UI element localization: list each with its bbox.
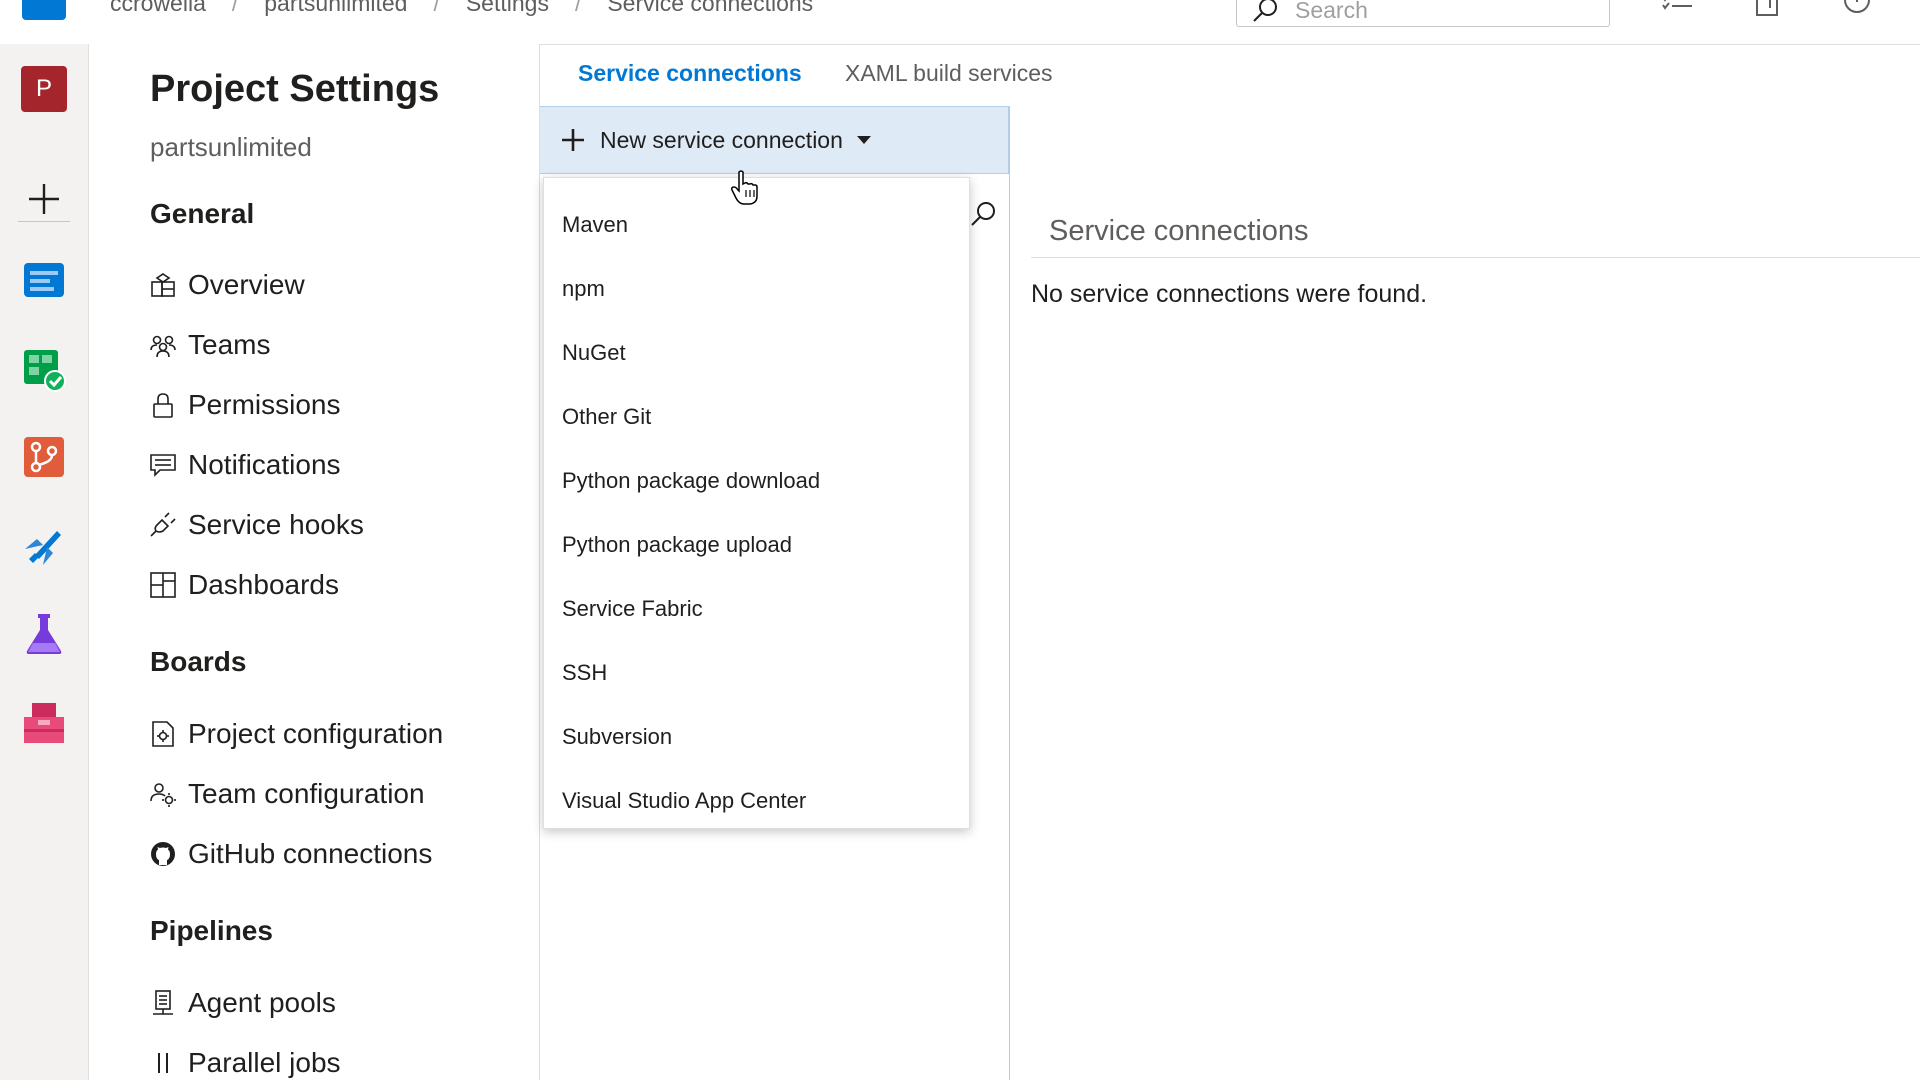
nav-item-label: Permissions [188, 389, 341, 420]
filter-search-icon[interactable] [968, 200, 998, 230]
breadcrumb-current-page[interactable]: Service connections [607, 0, 813, 17]
nav-item-github-connections[interactable]: GitHub connections [150, 834, 432, 874]
nav-item-label: Teams [188, 329, 271, 360]
search-icon [1253, 0, 1277, 22]
search-input[interactable] [1293, 0, 1577, 25]
parallel-icon [158, 1053, 168, 1073]
nav-item-agent-pools[interactable]: Agent pools [150, 983, 336, 1023]
left-navigation-rail: P [0, 44, 89, 1080]
overview-icon[interactable] [21, 257, 67, 303]
plus-icon [562, 129, 584, 151]
nav-item-permissions[interactable]: Permissions [150, 385, 340, 425]
breadcrumb-separator: / [231, 0, 239, 16]
nav-item-label: GitHub connections [188, 838, 433, 869]
lock-icon [153, 393, 173, 418]
new-service-connection-menu: Maven npm NuGet Other Git Python package… [543, 177, 970, 829]
project-settings-nav: Project Settings partsunlimited General … [89, 44, 540, 1080]
nav-item-service-hooks[interactable]: Service hooks [150, 505, 364, 545]
nav-item-dashboards[interactable]: Dashboards [150, 565, 339, 605]
breadcrumb-organization[interactable]: ccrowella [110, 0, 206, 17]
nav-item-label: Team configuration [188, 778, 425, 809]
new-service-connection-button[interactable]: New service connection [540, 106, 1009, 174]
nav-item-label: Agent pools [188, 987, 336, 1018]
dashboard-icon [150, 572, 176, 598]
menu-item-maven[interactable]: Maven [544, 198, 969, 252]
menu-item-other-git[interactable]: Other Git [544, 390, 969, 444]
empty-state-message: No service connections were found. [1031, 280, 1428, 308]
github-icon [151, 842, 175, 866]
config-doc-icon [152, 721, 174, 747]
rail-divider [18, 221, 70, 222]
repos-icon[interactable] [21, 434, 67, 480]
overview-icon [151, 273, 175, 297]
plug-icon [150, 512, 176, 537]
test-plans-icon[interactable] [21, 611, 67, 657]
breadcrumb-separator: / [574, 0, 582, 16]
breadcrumb-separator: / [433, 0, 440, 16]
project-avatar[interactable]: P [21, 66, 67, 112]
nav-item-project-configuration[interactable]: Project configuration [150, 714, 443, 754]
nav-item-parallel-jobs[interactable]: Parallel jobs [150, 1043, 341, 1083]
top-bar: ccrowella / partsunlimited / Settings / … [0, 0, 1920, 45]
nav-item-notifications[interactable]: Notifications [150, 445, 341, 485]
section-pipelines: Pipelines [150, 915, 273, 946]
chat-icon [150, 454, 176, 477]
content-divider [1031, 257, 1920, 258]
boards-icon[interactable] [21, 346, 67, 392]
section-general: General [150, 198, 255, 229]
menu-item-python-package-download[interactable]: Python package download [544, 454, 969, 508]
artifacts-icon[interactable] [21, 700, 67, 746]
breadcrumb: ccrowella / partsunlimited / Settings / … [110, 0, 813, 18]
tab-service-connections[interactable]: Service connections [578, 60, 802, 87]
hand-cursor-icon [731, 170, 758, 205]
caret-down-icon [856, 136, 871, 144]
nav-item-team-configuration[interactable]: Team configuration [150, 774, 425, 814]
nav-item-label: Project configuration [188, 718, 444, 749]
project-name: partsunlimited [150, 132, 312, 162]
nav-item-label: Service hooks [188, 509, 364, 540]
section-boards: Boards [150, 646, 247, 677]
menu-item-npm[interactable]: npm [544, 262, 969, 316]
nav-item-label: Overview [188, 269, 305, 300]
breadcrumb-settings[interactable]: Settings [466, 0, 549, 17]
help-icon[interactable] [1842, 0, 1872, 16]
content-title: Service connections [1049, 215, 1309, 247]
teams-icon [150, 335, 176, 358]
new-service-connection-label: New service connection [600, 126, 843, 153]
nav-item-teams[interactable]: Teams [150, 325, 270, 365]
task-list-icon[interactable] [1662, 0, 1692, 16]
search-box[interactable] [1236, 0, 1610, 27]
menu-item-subversion[interactable]: Subversion [544, 710, 969, 764]
plus-icon[interactable] [21, 176, 67, 222]
settings-title: Project Settings [150, 68, 440, 110]
team-config-icon [150, 783, 176, 807]
breadcrumb-project[interactable]: partsunlimited [264, 0, 407, 17]
marketplace-bag-icon[interactable] [1752, 0, 1782, 16]
menu-item-nuget[interactable]: NuGet [544, 326, 969, 380]
agent-pool-icon [153, 990, 173, 1015]
menu-item-ssh[interactable]: SSH [544, 646, 969, 700]
menu-item-python-package-upload[interactable]: Python package upload [544, 518, 969, 572]
nav-item-label: Parallel jobs [188, 1047, 341, 1078]
menu-item-service-fabric[interactable]: Service Fabric [544, 582, 969, 636]
azure-devops-logo[interactable] [22, 0, 66, 20]
tab-xaml-build-services[interactable]: XAML build services [845, 60, 1053, 87]
nav-item-overview[interactable]: Overview [150, 265, 305, 305]
nav-item-label: Dashboards [188, 569, 339, 600]
pipelines-icon[interactable] [21, 523, 67, 569]
nav-item-label: Notifications [188, 449, 341, 480]
menu-item-visual-studio-app-center[interactable]: Visual Studio App Center [544, 774, 969, 828]
